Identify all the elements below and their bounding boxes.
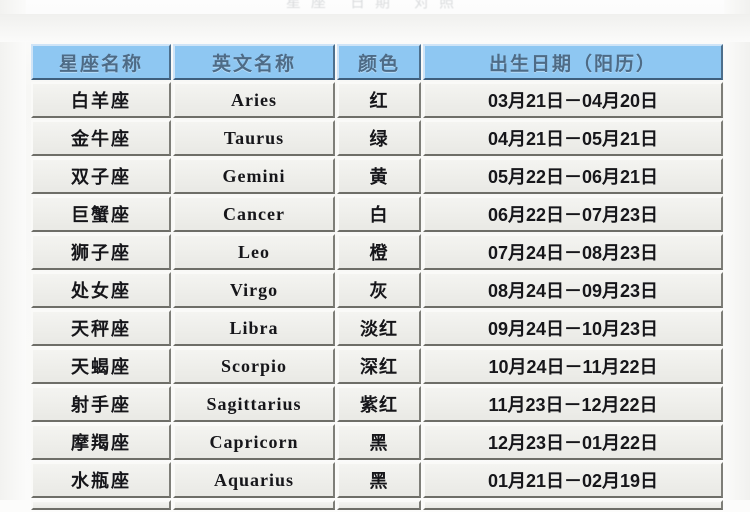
- cell-english-name-clipped: [173, 500, 335, 510]
- table-row: 天蝎座 Scorpio 深红 10月24日－11月22日: [31, 348, 723, 384]
- table-row: 天秤座 Libra 淡红 09月24日－10月23日: [31, 310, 723, 346]
- table-container: 星座名称 英文名称 颜色 出生日期（阳历） 白羊座 Aries 红 03月21日…: [29, 42, 723, 512]
- cell-color: 白: [337, 196, 421, 232]
- table-row: 双子座 Gemini 黄 05月22日－06月21日: [31, 158, 723, 194]
- scan-shade-right: [724, 0, 750, 500]
- cell-chinese-name: 处女座: [31, 272, 171, 308]
- cell-english-name: Libra: [173, 310, 335, 346]
- cell-color: 深红: [337, 348, 421, 384]
- column-header-chinese-name[interactable]: 星座名称: [31, 44, 171, 80]
- scan-shade-top: [0, 14, 750, 42]
- cell-chinese-name: 天秤座: [31, 310, 171, 346]
- cell-birth-date: 08月24日－09月23日: [423, 272, 723, 308]
- cell-color: 绿: [337, 120, 421, 156]
- cell-chinese-name-clipped: [31, 500, 171, 510]
- table-row: 金牛座 Taurus 绿 04月21日－05月21日: [31, 120, 723, 156]
- column-header-color[interactable]: 颜色: [337, 44, 421, 80]
- cell-chinese-name: 狮子座: [31, 234, 171, 270]
- cell-birth-date: 09月24日－10月23日: [423, 310, 723, 346]
- table-row: 白羊座 Aries 红 03月21日－04月20日: [31, 82, 723, 118]
- cell-english-name: Aries: [173, 82, 335, 118]
- column-header-birth-date[interactable]: 出生日期（阳历）: [423, 44, 723, 80]
- cell-color: 红: [337, 82, 421, 118]
- cell-english-name: Aquarius: [173, 462, 335, 498]
- table-row-clipped: [31, 500, 723, 510]
- cell-color: 淡红: [337, 310, 421, 346]
- cell-color: 橙: [337, 234, 421, 270]
- cell-english-name: Cancer: [173, 196, 335, 232]
- cell-english-name: Scorpio: [173, 348, 335, 384]
- clipped-heading-text: 星座 日期 对照: [285, 0, 465, 11]
- table-body: 白羊座 Aries 红 03月21日－04月20日 金牛座 Taurus 绿 0…: [31, 82, 723, 510]
- table-row: 处女座 Virgo 灰 08月24日－09月23日: [31, 272, 723, 308]
- scan-shade-left: [0, 0, 26, 500]
- cell-english-name: Gemini: [173, 158, 335, 194]
- cell-chinese-name: 摩羯座: [31, 424, 171, 460]
- cell-chinese-name: 射手座: [31, 386, 171, 422]
- cell-birth-date: 05月22日－06月21日: [423, 158, 723, 194]
- cell-english-name: Taurus: [173, 120, 335, 156]
- cell-birth-date: 04月21日－05月21日: [423, 120, 723, 156]
- cell-birth-date: 11月23日－12月22日: [423, 386, 723, 422]
- cell-color: 黑: [337, 424, 421, 460]
- cell-color: 灰: [337, 272, 421, 308]
- cell-chinese-name: 天蝎座: [31, 348, 171, 384]
- table-row: 巨蟹座 Cancer 白 06月22日－07月23日: [31, 196, 723, 232]
- cell-chinese-name: 白羊座: [31, 82, 171, 118]
- cell-chinese-name: 双子座: [31, 158, 171, 194]
- zodiac-reference-table: 星座名称 英文名称 颜色 出生日期（阳历） 白羊座 Aries 红 03月21日…: [29, 42, 725, 512]
- cell-color-clipped: [337, 500, 421, 510]
- cell-birth-date-clipped: [423, 500, 723, 510]
- table-header-row: 星座名称 英文名称 颜色 出生日期（阳历）: [31, 44, 723, 80]
- table-row: 水瓶座 Aquarius 黑 01月21日－02月19日: [31, 462, 723, 498]
- cell-chinese-name: 水瓶座: [31, 462, 171, 498]
- cell-birth-date: 06月22日－07月23日: [423, 196, 723, 232]
- cell-english-name: Leo: [173, 234, 335, 270]
- cell-color: 紫红: [337, 386, 421, 422]
- cell-birth-date: 01月21日－02月19日: [423, 462, 723, 498]
- cell-chinese-name: 巨蟹座: [31, 196, 171, 232]
- table-row: 射手座 Sagittarius 紫红 11月23日－12月22日: [31, 386, 723, 422]
- table-row: 摩羯座 Capricorn 黑 12月23日－01月22日: [31, 424, 723, 460]
- cell-english-name: Virgo: [173, 272, 335, 308]
- cell-birth-date: 03月21日－04月20日: [423, 82, 723, 118]
- cell-color: 黄: [337, 158, 421, 194]
- cell-color: 黑: [337, 462, 421, 498]
- cell-english-name: Capricorn: [173, 424, 335, 460]
- clipped-heading-strip: 星座 日期 对照: [0, 0, 750, 16]
- cell-birth-date: 10月24日－11月22日: [423, 348, 723, 384]
- cell-birth-date: 12月23日－01月22日: [423, 424, 723, 460]
- cell-english-name: Sagittarius: [173, 386, 335, 422]
- cell-birth-date: 07月24日－08月23日: [423, 234, 723, 270]
- column-header-english-name[interactable]: 英文名称: [173, 44, 335, 80]
- scanned-table-page: 星座 日期 对照 星座名称 英文名称 颜色 出生日期（阳历） 白羊座 Aries…: [0, 0, 750, 510]
- cell-chinese-name: 金牛座: [31, 120, 171, 156]
- table-row: 狮子座 Leo 橙 07月24日－08月23日: [31, 234, 723, 270]
